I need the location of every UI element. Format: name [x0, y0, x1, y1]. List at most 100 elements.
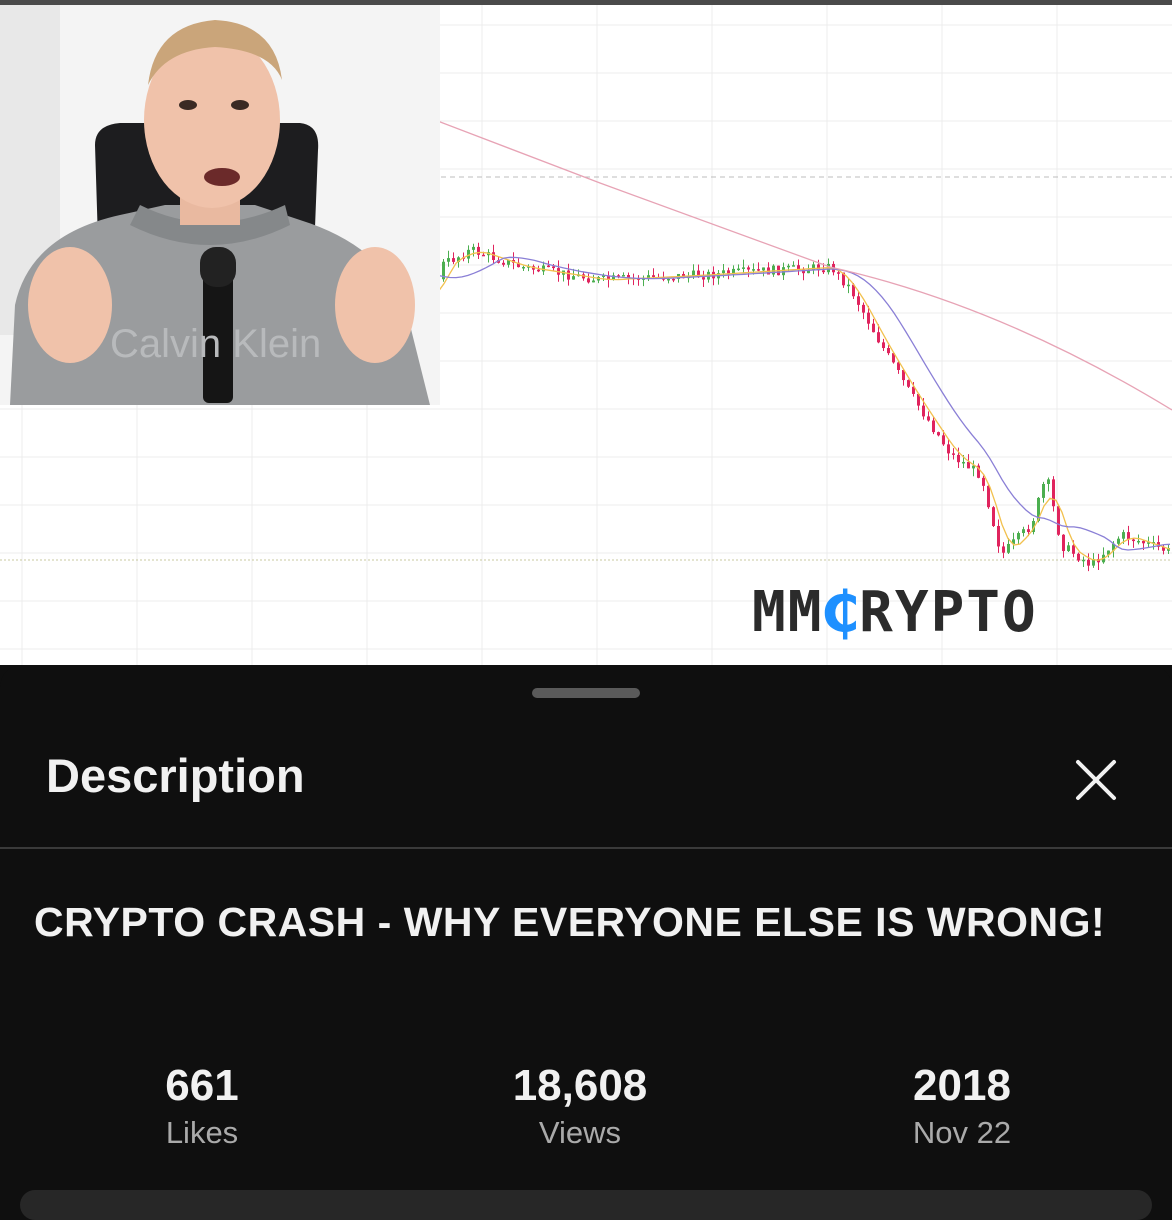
candle — [762, 267, 765, 271]
candle — [1002, 546, 1005, 553]
candle — [847, 284, 850, 287]
candle — [1087, 559, 1090, 566]
next-card[interactable] — [20, 1190, 1152, 1220]
drag-handle[interactable] — [532, 688, 640, 698]
candle — [1052, 479, 1055, 507]
candle — [1082, 559, 1085, 562]
candle — [757, 269, 760, 271]
likes-count: 661 — [165, 1061, 239, 1110]
candle — [737, 268, 740, 271]
candle — [482, 254, 485, 257]
candle — [942, 435, 945, 445]
candle — [1062, 534, 1065, 552]
upload-year: 2018 — [913, 1061, 1011, 1110]
candle — [742, 267, 745, 269]
candle — [477, 246, 480, 255]
candle — [787, 265, 790, 268]
candle — [587, 278, 590, 283]
candle — [952, 453, 955, 455]
candle — [522, 266, 525, 269]
candle — [1122, 532, 1125, 539]
candle — [547, 265, 550, 268]
candle — [542, 265, 545, 272]
candle — [872, 323, 875, 333]
channel-logo: MM₵RYPTO — [752, 585, 1038, 641]
candle — [957, 454, 960, 463]
candle — [572, 276, 575, 280]
candle — [877, 332, 880, 343]
candle — [752, 269, 755, 271]
candle — [1017, 533, 1020, 540]
candle — [1007, 543, 1010, 553]
candle — [1132, 539, 1135, 542]
candle — [747, 267, 750, 270]
candle — [1117, 538, 1120, 544]
candle — [937, 432, 940, 436]
candle — [772, 265, 775, 275]
candle — [702, 277, 705, 280]
header-divider — [0, 847, 1172, 849]
candle — [492, 252, 495, 261]
candle — [567, 270, 570, 280]
candle — [997, 525, 1000, 547]
candle — [857, 296, 860, 305]
candle — [1137, 540, 1140, 543]
candle — [552, 266, 555, 269]
sheet-title: Description — [46, 749, 305, 802]
candle — [822, 270, 825, 273]
close-icon — [1076, 760, 1116, 800]
candle — [1077, 553, 1080, 561]
candle — [837, 272, 840, 274]
candle — [927, 416, 930, 421]
candle — [882, 342, 885, 349]
candle — [592, 280, 595, 283]
candle — [667, 278, 670, 281]
logo-prefix: MM — [752, 580, 824, 645]
likes-stat: 661 Likes — [52, 1061, 352, 1151]
candle — [722, 270, 725, 274]
likes-label: Likes — [165, 1115, 239, 1151]
logo-suffix: RYPTO — [859, 580, 1038, 645]
candle — [502, 262, 505, 265]
candle — [452, 258, 455, 262]
candle — [472, 246, 475, 250]
candle — [537, 269, 540, 272]
candle — [622, 275, 625, 277]
shirt-logo-text: Calvin Klein — [110, 322, 321, 366]
views-count: 18,608 — [512, 1061, 648, 1110]
candle — [907, 380, 910, 387]
candle — [672, 278, 675, 281]
candle — [982, 477, 985, 486]
upload-date-stat: 2018 Nov 22 — [812, 1061, 1112, 1151]
candle — [962, 461, 965, 464]
video-title: CRYPTO CRASH - WHY EVERYONE ELSE IS WRON… — [34, 899, 1106, 945]
candle — [947, 444, 950, 454]
candle — [922, 405, 925, 417]
views-stat: 18,608 Views — [430, 1061, 730, 1150]
candle — [1047, 479, 1050, 484]
candle — [967, 461, 970, 469]
candle — [862, 304, 865, 313]
video-player[interactable]: Calvin Klein MM₵RYPTO — [0, 5, 1172, 665]
presenter-image: Calvin Klein — [0, 5, 440, 405]
candle — [887, 348, 890, 354]
upload-date: Nov 22 — [912, 1115, 1012, 1151]
logo-accent: ₵ — [823, 580, 860, 645]
candle — [987, 485, 990, 508]
close-button[interactable] — [1066, 750, 1126, 810]
candle — [467, 249, 470, 259]
candle — [1022, 529, 1025, 534]
candle — [992, 507, 995, 526]
candle — [1072, 545, 1075, 554]
candle — [647, 275, 650, 278]
candle — [1127, 532, 1130, 540]
candle — [1142, 540, 1145, 544]
candle — [1057, 506, 1060, 535]
candle — [792, 265, 795, 267]
candle — [932, 420, 935, 433]
candle — [692, 270, 695, 276]
candle — [447, 258, 450, 262]
candle — [1027, 529, 1030, 533]
candle — [1067, 545, 1070, 552]
candle — [867, 312, 870, 324]
